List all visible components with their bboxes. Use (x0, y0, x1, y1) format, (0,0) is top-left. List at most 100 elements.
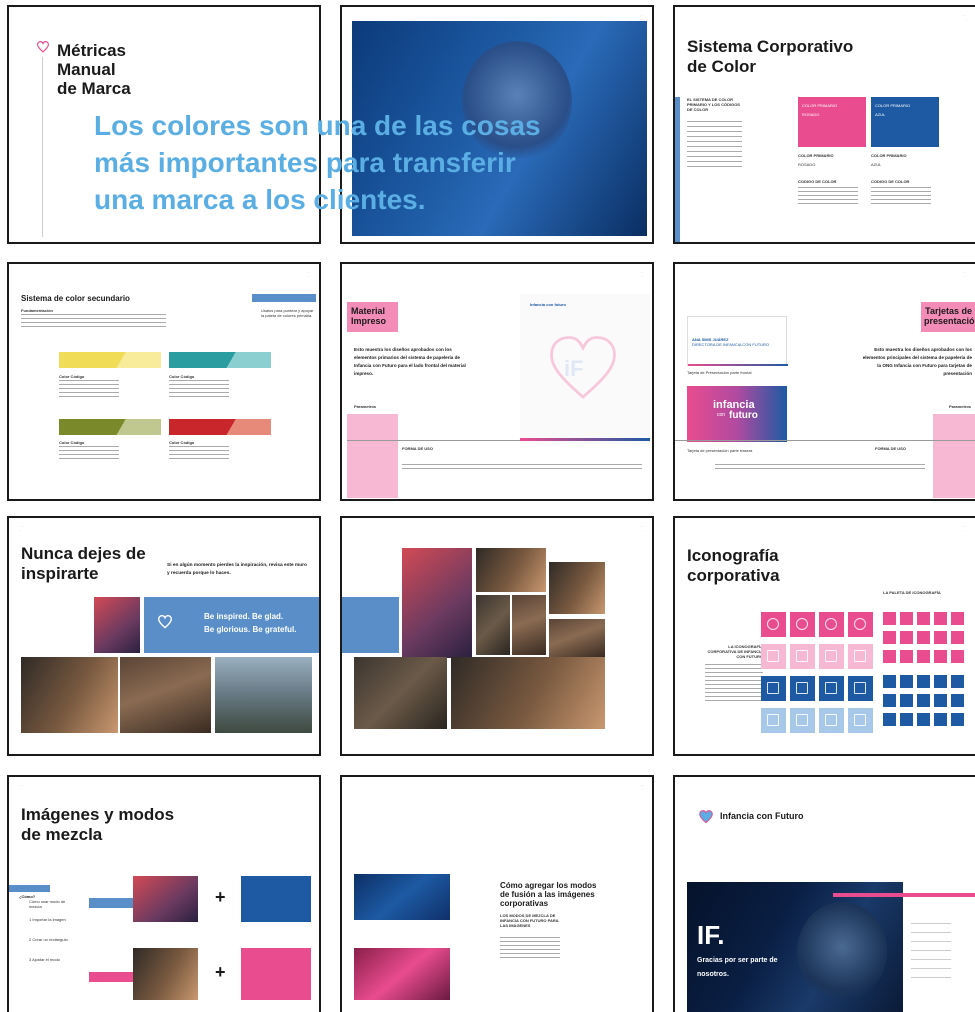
swatch-name: AZUL (875, 112, 886, 117)
inspiration-photo-feet (21, 657, 118, 733)
icon-tile (761, 708, 786, 733)
letterhead-footer-bar (520, 438, 650, 441)
page-color-system: ····· ··· Sistema Corporativo de Color EL… (673, 5, 975, 244)
banner-line: Be inspired. Be glad. (204, 612, 284, 621)
icon-glyph (767, 682, 779, 694)
icon-tile (761, 676, 786, 701)
cover-title-line: Manual (57, 60, 116, 79)
divider (675, 440, 975, 441)
pink-code-label: CODIGO DE COLOR (798, 179, 837, 184)
page-closing: Infancia con Futuro IF. Gracias por ser … (673, 775, 975, 1012)
page-blend-modes: ····· ··· Imágenes y modos de mezcla ¿Cóm… (7, 775, 321, 1012)
collage-photo (476, 548, 546, 592)
icon-glyph (825, 618, 837, 630)
section-tag: Tarjetas de presentación (921, 302, 975, 332)
cover-title-line: de Marca (57, 79, 131, 98)
page-photo-collage: ····· ··· (340, 516, 654, 756)
icon-glyph (767, 618, 779, 630)
title-line: inspirarte (21, 564, 99, 583)
vertical-rule (42, 57, 43, 237)
icon-glyph (796, 682, 808, 694)
icon-tile-small (900, 650, 913, 663)
tab-uso-del-color: Uso del color (252, 294, 316, 308)
cover-title-line: Métricas (57, 41, 126, 60)
side-text: Usalos para puntear y apoyar la paleta d… (261, 308, 314, 318)
icon-tile-small (900, 713, 913, 726)
icon-glyph (854, 682, 866, 694)
body-text (705, 664, 763, 704)
usage-label: FORMA DE USO (875, 446, 906, 451)
page-header: ····· ··· (962, 270, 967, 278)
title-line: Nunca dejes de (21, 544, 146, 563)
icon-glyph (767, 650, 779, 662)
icon-tile-small (917, 713, 930, 726)
blend-photo-light (133, 948, 198, 1000)
icon-tile-small (951, 675, 964, 688)
page-secondary-colors: ····· ··· Sistema de color secundario Uso… (7, 262, 321, 501)
inspiration-title: Nunca dejes de inspirarte (21, 544, 146, 584)
icon-tile (819, 612, 844, 637)
icon-tile (790, 644, 815, 669)
brand-heart-icon (699, 810, 713, 824)
icon-glyph (796, 650, 808, 662)
letterhead-logo: Infancia con futuro (530, 302, 566, 307)
swatch-label: Color Código (169, 374, 195, 379)
icon-tile-small (951, 631, 964, 644)
params-label: Parametros (948, 404, 971, 409)
quote-line: Los colores son una de las cosas (94, 110, 541, 141)
letterhead-sheet: Infancia con futuro iF (520, 294, 650, 444)
palette-label: LA PALETA DE ICONOGRAFÍA (883, 590, 941, 595)
dark-images-label: Imágenes obscuras (93, 907, 128, 912)
side-text-line: Si en algún momento pierdes la inspiraci… (167, 563, 307, 568)
plus-icon: + (215, 887, 226, 907)
collage-photo (512, 595, 546, 655)
sub-heading: EL SISTEMA DE COLOR PRIMARIO Y LOS CÓDIG… (687, 97, 740, 112)
collage-photo (476, 595, 510, 655)
page-header: ····· ··· (19, 783, 24, 791)
card-logo-con: con (717, 412, 726, 418)
closing-mark: IF. (697, 920, 725, 950)
icon-tile-small (883, 612, 896, 625)
body-heading: LA ICONOGRAFÍA CORPORATIVA DE INFANCIA C… (707, 644, 763, 659)
body-text (687, 121, 742, 171)
blue-swatch: COLOR PRIMARIO AZUL (871, 97, 939, 147)
icon-tile-small (883, 694, 896, 707)
page-header: ····· ··· (306, 270, 311, 278)
body-heading: Fundamentación (21, 308, 54, 313)
icon-glyph (854, 618, 866, 630)
collage-photo (549, 619, 605, 657)
icon-tile (848, 612, 873, 637)
collage-photo (354, 657, 447, 729)
page-printed-material: ····· ··· Material Impreso Esto muestra l… (340, 262, 654, 501)
side-text-line: y recuerda porque lo haces. (167, 571, 231, 576)
collage-photo (451, 657, 605, 729)
icon-tile (761, 644, 786, 669)
title-line: de Color (687, 57, 756, 76)
icon-tile-small (883, 713, 896, 726)
inspiration-photo-lake (215, 657, 312, 733)
banner-line: Be glorious. Be grateful. (204, 625, 297, 634)
title-line: Iconografía (687, 546, 779, 565)
dark-images-tag: Imágenes obscuras (89, 898, 139, 912)
body-text (500, 937, 560, 959)
back-caption: Tarjeta de presentación parte trasera (687, 448, 753, 453)
blend-title: Imágenes y modos de mezcla (21, 805, 174, 845)
icon-tile (761, 612, 786, 637)
letterhead-mark: iF (564, 356, 584, 381)
icon-tile (848, 676, 873, 701)
closing-pink-bar (833, 893, 975, 897)
pink-swatch: COLOR PRIMARIO ROSADO (798, 97, 866, 147)
section-title-line: presentación (924, 316, 975, 326)
sub-heading: LOS MODOS DE MEZCLA DE INFANCIA CON FUTU… (500, 913, 559, 928)
icon-tile-small (934, 650, 947, 663)
icon-tile-small (883, 675, 896, 688)
howto-title: Cómo agregar los modos de fusión a las i… (500, 881, 596, 908)
page-inspiration: ····· ··· Nunca dejes de inspirarte Si en… (7, 516, 321, 756)
page-iconography: ····· ··· Iconografía corporativa LA PALE… (673, 516, 975, 756)
title-line: Cómo agregar los modos (500, 881, 597, 890)
icon-tile-small (951, 612, 964, 625)
page-header: ····· ··· (19, 524, 24, 532)
light-images-label: Imágenes claras (93, 981, 123, 986)
swatch-name: ROSADO (802, 112, 820, 117)
plus-icon: + (215, 962, 226, 982)
